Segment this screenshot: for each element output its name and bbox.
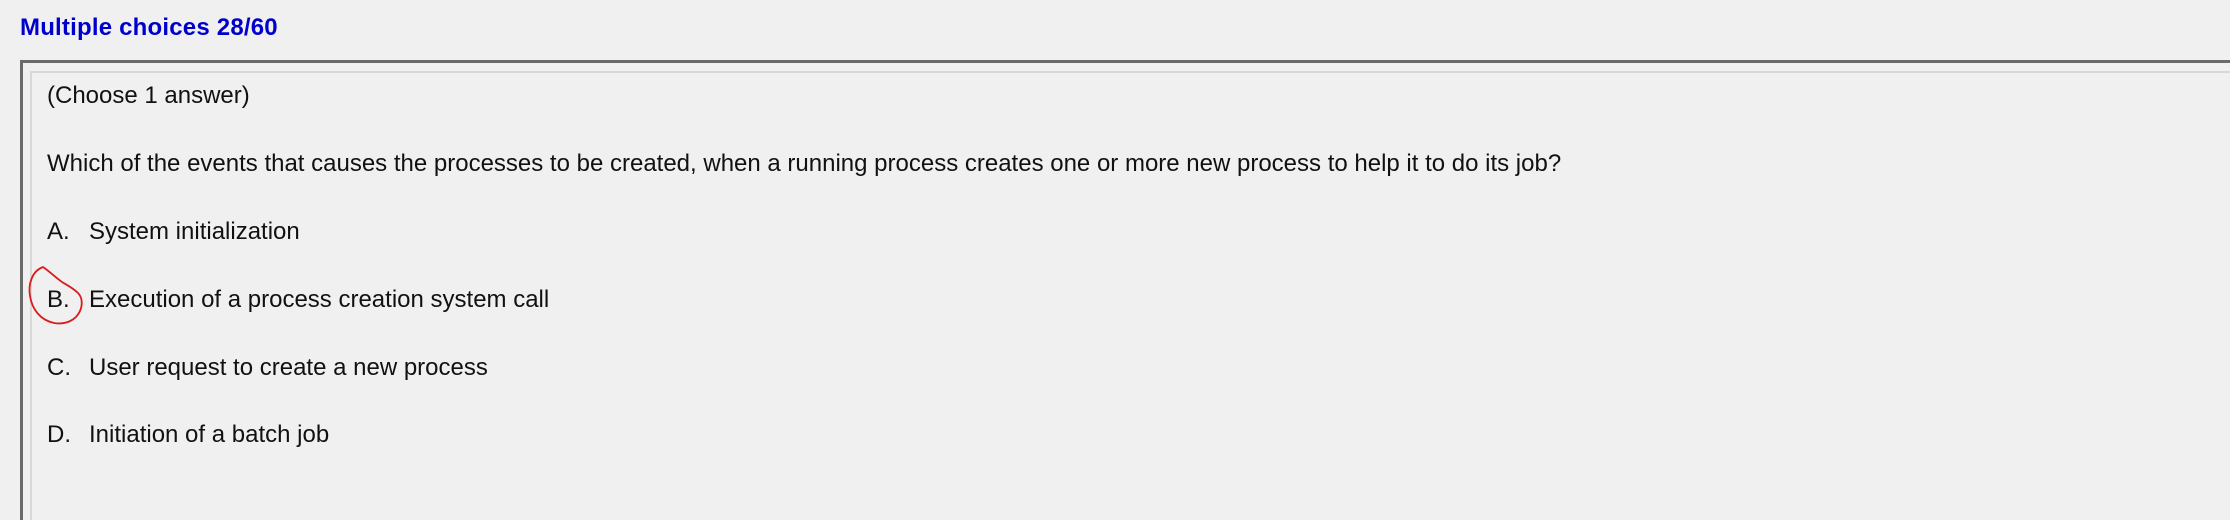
option-label: Execution of a process creation system c…: [89, 286, 550, 313]
question-text: Which of the events that causes the proc…: [47, 150, 1562, 177]
option-letter: D.: [47, 421, 71, 448]
option-letter: C.: [47, 354, 71, 381]
option-d[interactable]: D. Initiation of a batch job: [47, 421, 329, 449]
answer-instruction: (Choose 1 answer): [47, 82, 250, 109]
option-b[interactable]: B. Execution of a process creation system…: [47, 286, 549, 314]
option-label: System initialization: [89, 218, 300, 245]
option-label: Initiation of a batch job: [89, 421, 330, 448]
option-letter: B.: [47, 286, 70, 313]
option-a[interactable]: A. System initialization: [47, 218, 300, 246]
option-letter: A.: [47, 218, 70, 245]
option-c[interactable]: C. User request to create a new process: [47, 354, 488, 382]
option-label: User request to create a new process: [89, 354, 488, 381]
quiz-progress-title: Multiple choices 28/60: [20, 14, 278, 41]
